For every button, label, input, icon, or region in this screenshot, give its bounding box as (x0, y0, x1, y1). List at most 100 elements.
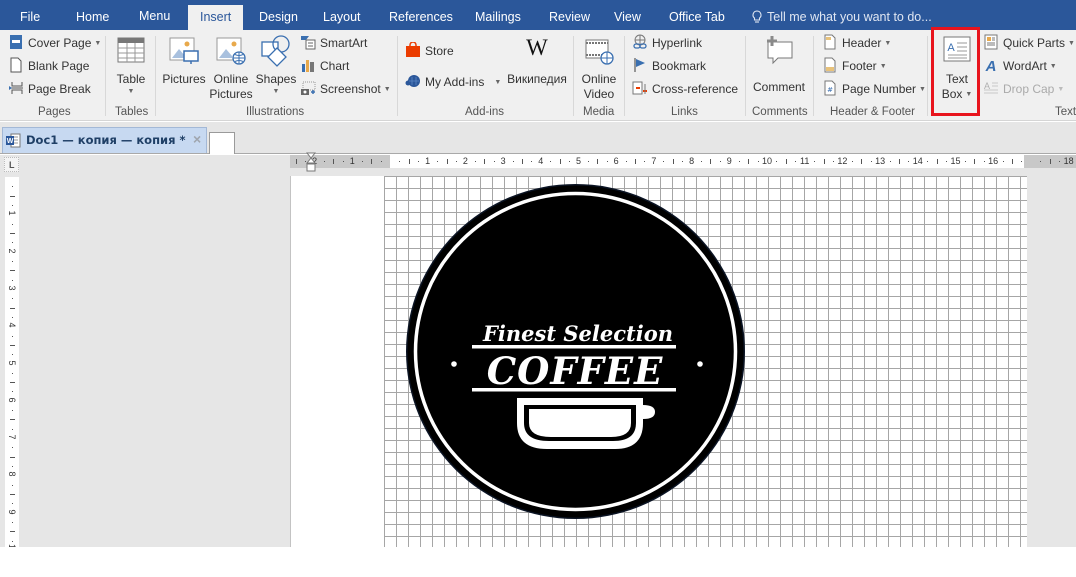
screenshot-label: Screenshot (320, 82, 381, 96)
footer-button[interactable]: Footer ▼ (822, 56, 887, 76)
ruler-tick (12, 447, 13, 449)
ruler-tick (437, 161, 439, 162)
shapes-button[interactable]: Shapes ▼ (255, 32, 297, 97)
text-box-highlight-annotation (931, 27, 980, 116)
table-button[interactable]: Table ▼ (110, 32, 152, 97)
ruler-tick (455, 161, 457, 162)
ruler-label: 5 (575, 156, 582, 166)
coffee-logo-image[interactable]: Finest Selection COFFEE (405, 183, 746, 520)
drop-cap-button[interactable]: A Drop Cap ▼ (983, 79, 1064, 99)
new-tab-button[interactable] (209, 132, 235, 154)
vertical-ruler[interactable]: 12345678910 (5, 177, 19, 554)
blank-page-label: Blank Page (28, 59, 90, 73)
indent-marker-handle[interactable] (306, 152, 316, 174)
page-number-button[interactable]: # Page Number ▼ (822, 79, 926, 99)
tab-insert[interactable]: Insert (188, 5, 244, 30)
hyperlink-button[interactable]: Hyperlink (632, 33, 702, 53)
chart-label: Chart (320, 59, 350, 73)
online-video-button[interactable]: Online Video (578, 32, 620, 102)
bookmark-button[interactable]: Bookmark (632, 56, 706, 76)
ruler-tick (12, 260, 13, 262)
ruler-label: 3 (500, 156, 506, 166)
ruler-tick (295, 159, 297, 164)
smartart-button[interactable]: SmartArt (300, 33, 367, 53)
page-break-icon (9, 82, 23, 94)
group-separator (573, 36, 574, 116)
my-addins-label: My Add-ins (425, 75, 485, 89)
wordart-button[interactable]: A WordArt ▼ (983, 56, 1057, 76)
document-tab-title: Doc1 — копия — копия * (26, 133, 186, 147)
blank-page-button[interactable]: Blank Page (8, 56, 89, 76)
ruler-tick (927, 161, 929, 162)
lightbulb-icon (752, 10, 762, 23)
group-label-addins: Add-ins (465, 106, 504, 118)
store-button[interactable]: Store (405, 41, 454, 61)
my-addins-button[interactable]: My Add-ins ▼ (405, 72, 501, 92)
ruler-tick (823, 159, 825, 164)
store-label: Store (425, 44, 454, 58)
comment-button[interactable]: Comment (750, 32, 808, 95)
document-tab[interactable]: W Doc1 — копия — копия * × (2, 127, 207, 153)
quick-parts-button[interactable]: Quick Parts ▼ (983, 33, 1075, 53)
page-break-button[interactable]: Page Break (8, 79, 91, 99)
close-tab-icon[interactable]: × (193, 131, 201, 147)
ruler-tick (521, 159, 523, 164)
tab-mailings[interactable]: Mailings (475, 0, 521, 30)
header-button[interactable]: Header ▼ (822, 33, 891, 53)
group-label-tables: Tables (115, 106, 149, 118)
footer-label: Footer (842, 59, 877, 73)
tab-menu[interactable]: Menu (139, 0, 170, 30)
screenshot-button[interactable]: Screenshot ▼ (300, 79, 391, 99)
ruler-tick (380, 161, 382, 162)
ruler-tick (936, 159, 938, 164)
tab-review[interactable]: Review (549, 0, 590, 30)
ruler-label: 1 (349, 156, 355, 166)
tab-file[interactable]: File (20, 0, 40, 30)
ruler-tick (870, 161, 872, 162)
tell-me-search[interactable]: Tell me what you want to do... (751, 0, 932, 30)
ruler-tick (861, 159, 863, 164)
ruler-label: 9 (7, 509, 17, 515)
tab-layout[interactable]: Layout (323, 0, 361, 30)
ruler-tick (12, 410, 13, 412)
ruler-tick (10, 344, 15, 346)
ruler-tick (776, 161, 778, 162)
ruler-tick (701, 161, 703, 162)
ruler-tick (333, 159, 335, 164)
tab-view[interactable]: View (614, 0, 641, 30)
logo-dot-right (697, 361, 703, 367)
chart-button[interactable]: Chart (300, 56, 349, 76)
ruler-label: 16 (988, 156, 999, 166)
group-separator (105, 36, 106, 116)
drop-cap-label: Drop Cap (1003, 82, 1055, 96)
tab-references[interactable]: References (389, 0, 453, 30)
group-separator (813, 36, 814, 116)
tab-home[interactable]: Home (76, 0, 109, 30)
ruler-label: 15 (950, 156, 961, 166)
pictures-label: Pictures (162, 72, 206, 86)
horizontal-ruler[interactable]: 2 1 1 2 3 4 5 6 7 8 9 10 11 12 13 14 15 16 18 (290, 155, 1076, 168)
comment-label: Comment (752, 80, 805, 94)
pictures-button[interactable]: Pictures (160, 32, 208, 87)
cross-reference-button[interactable]: Cross-reference (632, 79, 738, 99)
ruler-tick (484, 159, 486, 164)
page-number-label: Page Number (842, 82, 917, 96)
online-pictures-button[interactable]: Online Pictures (209, 32, 253, 102)
ruler-tick (531, 161, 533, 162)
ruler-tick (1002, 161, 1004, 162)
ruler-tick (795, 161, 797, 162)
ruler-label: 8 (689, 156, 695, 166)
cross-reference-label: Cross-reference (652, 82, 739, 96)
ruler-tick (12, 204, 13, 206)
ruler-label: 7 (7, 434, 17, 440)
ruler-tick (12, 466, 13, 468)
cover-page-button[interactable]: Cover Page ▼ (8, 33, 101, 53)
ruler-tick (418, 161, 420, 162)
logo-tagline: Finest Selection (482, 321, 673, 346)
tab-selector[interactable]: L (4, 157, 19, 172)
tab-design[interactable]: Design (259, 0, 298, 30)
wikipedia-button[interactable]: W Википедия (505, 32, 569, 87)
document-tab-bar: W Doc1 — копия — копия * × (0, 122, 1076, 154)
ruler-tick (12, 316, 13, 318)
tab-office-tab[interactable]: Office Tab (669, 0, 725, 30)
